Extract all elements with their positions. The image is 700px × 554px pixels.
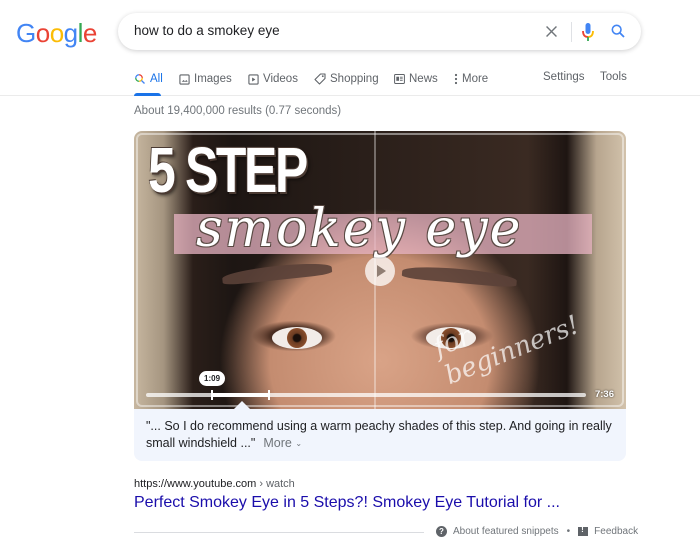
tab-more[interactable]: More [454, 71, 488, 87]
search-divider [571, 22, 572, 42]
about-snippets-link[interactable]: About featured snippets [453, 526, 559, 537]
tab-videos[interactable]: Videos [248, 71, 298, 87]
search-tabs: All Images Videos Shopping News More [0, 62, 700, 96]
tab-label: Images [194, 73, 232, 85]
search-box[interactable]: how to do a smokey eye [118, 13, 641, 50]
snippet-pointer [234, 401, 250, 409]
tab-news[interactable]: News [394, 71, 438, 87]
tab-label: All [150, 73, 163, 85]
thumbnail-subtitle: for beginners! [429, 309, 584, 391]
more-button[interactable]: More ⌄ [263, 436, 302, 450]
result-breadcrumb: › watch [259, 478, 295, 490]
featured-snippet: 5 STEP smokey eye for beginners! 1:09 7:… [134, 131, 626, 461]
tab-label: More [462, 73, 489, 85]
more-vert-icon [454, 73, 458, 85]
snippet-text: "... So I do recommend using a warm peac… [146, 419, 612, 450]
google-logo[interactable]: Google [16, 18, 97, 49]
thumbnail-iris [287, 328, 307, 348]
help-icon: ? [436, 526, 447, 537]
active-tab-indicator [134, 93, 161, 96]
segment-start-marker [211, 390, 213, 400]
thumbnail-eye-left [272, 327, 322, 349]
feedback-link[interactable]: Feedback [594, 526, 638, 537]
tab-shopping[interactable]: Shopping [314, 71, 379, 87]
thumbnail-brow-left [221, 260, 333, 286]
feedback-icon [578, 525, 589, 536]
logo-letter: o [49, 18, 64, 48]
segment-end-marker [268, 390, 271, 400]
search-input[interactable]: how to do a smokey eye [134, 23, 280, 38]
search-icon [135, 74, 145, 84]
tag-icon [314, 73, 326, 85]
thumbnail-brow-right [401, 264, 518, 288]
play-button[interactable] [365, 256, 395, 286]
chevron-down-icon: ⌄ [295, 439, 303, 448]
highlighted-segment [212, 393, 270, 397]
logo-letter: G [16, 18, 36, 48]
footer-separator: • [566, 526, 571, 537]
result-domain: https://www.youtube.com [134, 478, 257, 490]
result-url: https://www.youtube.com › watch [134, 478, 295, 490]
tab-all[interactable]: All [134, 71, 163, 87]
logo-letter: e [82, 18, 97, 48]
close-icon[interactable] [543, 23, 560, 40]
snippet-footer: ? About featured snippets • Feedback [436, 525, 638, 537]
mic-icon[interactable] [581, 22, 595, 42]
tab-images[interactable]: Images [179, 71, 232, 87]
thumbnail-title: 5 STEP [148, 134, 308, 206]
video-thumbnail[interactable]: 5 STEP smokey eye for beginners! 1:09 7:… [134, 131, 626, 409]
video-duration: 7:36 [594, 389, 614, 400]
tab-label: Videos [263, 73, 298, 85]
image-icon [179, 73, 190, 85]
result-stats: About 19,400,000 results (0.77 seconds) [134, 105, 342, 117]
timestamp-bubble: 1:09 [199, 371, 226, 386]
tab-label: Shopping [330, 73, 379, 85]
logo-letter: g [63, 18, 78, 48]
logo-letter: o [35, 18, 50, 48]
settings-link[interactable]: Settings [543, 71, 585, 83]
tools-link[interactable]: Tools [600, 71, 627, 83]
snippet-quote: "... So I do recommend using a warm peac… [146, 418, 616, 452]
tab-label: News [409, 73, 438, 85]
search-icon[interactable] [610, 23, 626, 39]
video-progress-bar[interactable] [146, 390, 586, 400]
more-label: More [263, 436, 292, 450]
video-icon [248, 73, 259, 85]
result-title-link[interactable]: Perfect Smokey Eye in 5 Steps?! Smokey E… [134, 494, 560, 512]
footer-divider [134, 532, 424, 533]
thumbnail-script-text: smokey eye [196, 199, 523, 259]
news-icon [394, 74, 405, 84]
